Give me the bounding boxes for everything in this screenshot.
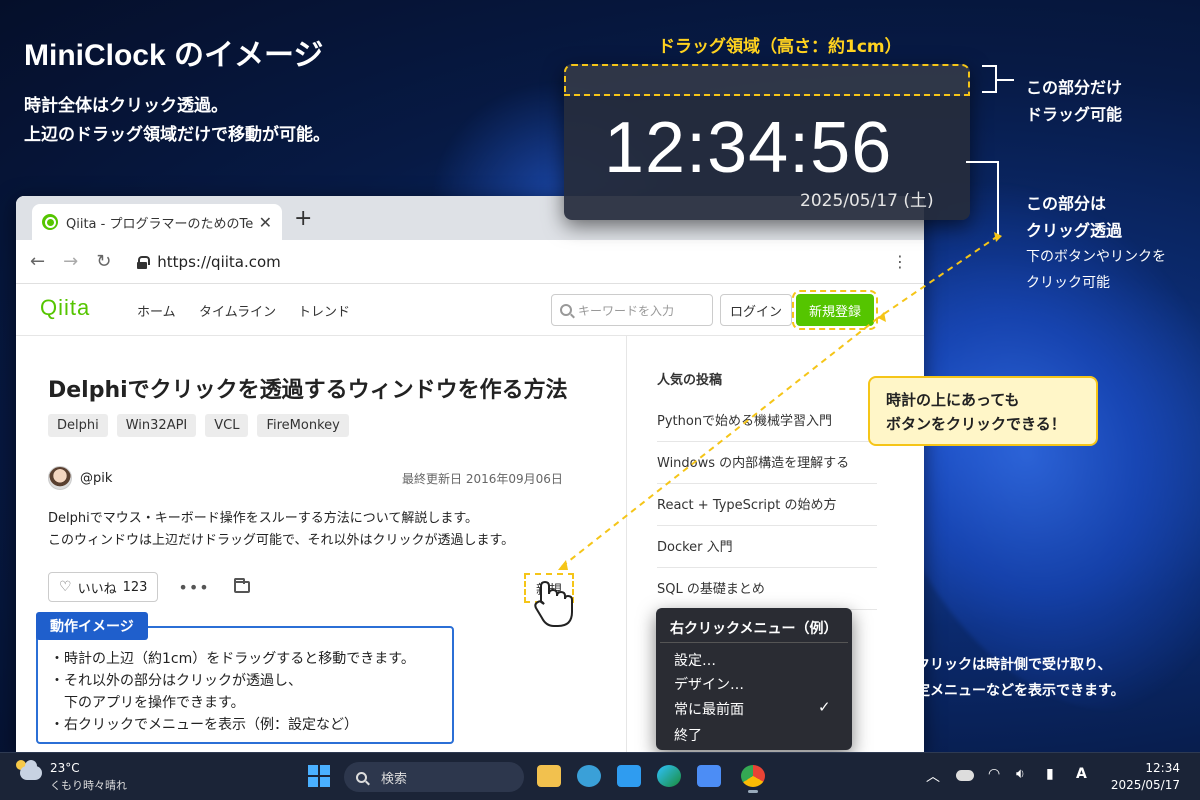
chrome-icon[interactable]	[741, 765, 765, 787]
tray-chevron-icon[interactable]: ︿	[926, 766, 940, 786]
menu-item-design[interactable]: デザイン…	[674, 674, 744, 694]
action-line-4: ・右クリックでメニューを表示（例：設定など）	[50, 717, 358, 733]
callout-box: 時計の上にあっても ボタンをクリックできる！	[868, 376, 1098, 446]
outlook-icon[interactable]	[577, 765, 601, 787]
taskbar-time: 12:34	[1145, 761, 1180, 775]
onedrive-icon[interactable]	[956, 770, 974, 781]
weather-temp[interactable]: 23°C	[50, 761, 80, 775]
pass-through-note: この部分は クリッグ透過 下のボタンやリンクを クリック可能	[1026, 190, 1166, 296]
battery-icon[interactable]: ▮	[1046, 766, 1054, 782]
weather-cloud-icon[interactable]	[20, 760, 42, 780]
context-menu-divider	[660, 642, 848, 643]
menu-note-line-1: 右クリックは時計側で受け取り、	[902, 657, 1112, 673]
pass-note-line-1: この部分は	[1026, 194, 1107, 213]
active-app-indicator	[748, 790, 758, 793]
ime-indicator[interactable]: A	[1076, 766, 1087, 782]
speaker-icon[interactable]: 🔉︎	[1016, 766, 1025, 782]
weather-text[interactable]: くもり時々晴れ	[50, 777, 127, 793]
drag-note-line-2: ドラッグ可能	[1026, 105, 1123, 124]
menu-note: 右クリックは時計側で受け取り、 設定メニューなどを表示できます。	[902, 652, 1125, 704]
taskbar-date: 2025/05/17	[1110, 778, 1180, 792]
menu-item-exit[interactable]: 終了	[674, 725, 702, 745]
callout-line-2: ボタンをクリックできる！	[886, 415, 1066, 433]
menu-item-always-on-top[interactable]: 常に最前面	[674, 699, 744, 719]
photos-icon[interactable]	[617, 765, 641, 787]
pass-note-line-3: 下のボタンやリンクを	[1026, 249, 1166, 265]
checkmark-icon: ✓	[818, 698, 831, 716]
edge-icon[interactable]	[657, 765, 681, 787]
windows-start-icon[interactable]	[308, 765, 330, 787]
taskbar-search-label: 検索	[381, 771, 408, 787]
dashed-arrow-newpost	[559, 317, 879, 569]
drag-note: この部分だけ ドラッグ可能	[1026, 74, 1122, 128]
pass-note-line-4: クリック可能	[1026, 275, 1110, 291]
store-icon[interactable]	[697, 765, 721, 787]
file-explorer-icon[interactable]	[537, 765, 561, 787]
action-line-2: ・それ以外の部分はクリックが透過し、	[50, 673, 302, 689]
context-menu-title: 右クリックメニュー（例）	[670, 621, 838, 637]
taskbar-search[interactable]: 検索	[344, 762, 524, 792]
menu-item-settings[interactable]: 設定…	[674, 650, 716, 670]
drag-bracket	[982, 65, 997, 93]
action-line-1: ・時計の上辺（約1cm）をドラッグすると移動できます。	[50, 651, 415, 667]
menu-note-line-2: 設定メニューなどを表示できます。	[902, 683, 1125, 699]
dashed-arrow-signup	[877, 235, 999, 319]
hand-cursor-icon	[534, 580, 573, 627]
taskbar-clock[interactable]: 12:34 2025/05/17	[1110, 760, 1180, 794]
pass-note-line-2: クリッグ透過	[1026, 221, 1123, 240]
action-box-label: 動作イメージ	[36, 612, 148, 640]
arrow-head	[558, 560, 568, 570]
callout-line-1: 時計の上にあっても	[886, 391, 1020, 409]
search-icon	[356, 771, 367, 783]
drag-note-line-1: この部分だけ	[1026, 78, 1123, 97]
action-line-3: 下のアプリを操作できます。	[50, 695, 245, 711]
wifi-icon[interactable]: ◠	[988, 766, 1000, 782]
action-description-box: ・時計の上辺（約1cm）をドラッグすると移動できます。 ・それ以外の部分はクリッ…	[36, 626, 454, 744]
pass-bracket	[966, 161, 999, 236]
